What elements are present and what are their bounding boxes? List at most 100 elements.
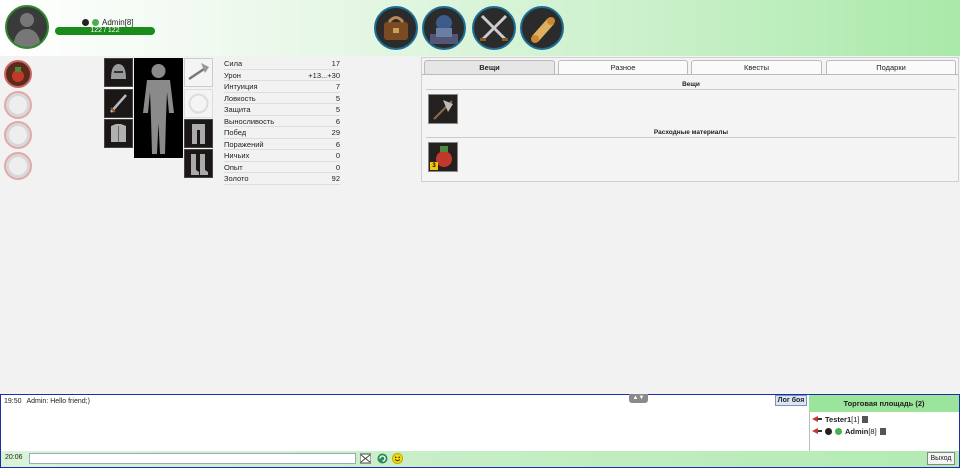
refresh-chat-icon[interactable] bbox=[377, 453, 388, 464]
stat-value: +13...+30 bbox=[308, 70, 340, 80]
quick-slot-3[interactable] bbox=[4, 121, 32, 149]
stat-value: 0 bbox=[335, 151, 340, 160]
inventory-item-axe[interactable] bbox=[428, 94, 458, 124]
stat-row: Сила 17 bbox=[224, 58, 340, 70]
chat-message-text: Admin: Hello friend;) bbox=[26, 398, 90, 405]
tab-items[interactable]: Вещи bbox=[424, 60, 555, 74]
stat-row: Интуиция 7 bbox=[224, 81, 340, 93]
user-info-icon[interactable] bbox=[862, 415, 869, 423]
trade-user-name: Admin bbox=[845, 426, 869, 436]
stat-label: Поражений bbox=[224, 139, 264, 149]
stat-row: Побед 29 bbox=[224, 127, 340, 139]
private-message-icon[interactable] bbox=[812, 428, 822, 434]
character-figure bbox=[134, 58, 183, 158]
stat-row: Урон +13...+30 bbox=[224, 70, 340, 81]
stat-label: Ловкость bbox=[224, 93, 256, 103]
alignment-icon bbox=[825, 427, 832, 435]
ring-slot[interactable] bbox=[184, 89, 213, 118]
tab-misc[interactable]: Разное bbox=[558, 60, 688, 74]
axe-icon bbox=[188, 63, 209, 81]
inventory-item-potion[interactable]: 3 bbox=[428, 142, 458, 172]
stat-value: 7 bbox=[335, 82, 340, 91]
trade-user-tester1[interactable]: Tester1 [1] bbox=[812, 414, 869, 424]
item-count-badge: 3 bbox=[430, 162, 438, 170]
stat-value: 0 bbox=[335, 162, 340, 172]
stat-value: 5 bbox=[335, 93, 340, 103]
boots-slot[interactable] bbox=[184, 149, 213, 178]
stat-row: Ловкость 5 bbox=[224, 93, 340, 104]
avatar-silhouette-icon bbox=[13, 13, 41, 47]
username[interactable]: Admin[8] bbox=[102, 18, 134, 27]
tab-gifts[interactable]: Подарки bbox=[826, 60, 956, 74]
chat-resize-handle[interactable]: ▲▼ bbox=[629, 394, 648, 403]
hp-bar: 122 / 122 bbox=[55, 27, 155, 35]
trade-user-name: Tester1 bbox=[825, 414, 852, 424]
bag-button[interactable] bbox=[374, 6, 418, 50]
user-info-icon[interactable] bbox=[879, 427, 886, 435]
user-line: Admin[8] bbox=[82, 17, 134, 27]
player-avatar[interactable] bbox=[5, 5, 49, 49]
weapon-slot[interactable] bbox=[104, 89, 133, 118]
clan-icon bbox=[835, 427, 842, 435]
crossed-swords-icon bbox=[480, 14, 508, 42]
stats-panel: Сила 17 Урон +13...+30 Интуиция 7 Ловкость 5 Защ… bbox=[224, 58, 340, 185]
clan-icon bbox=[92, 18, 99, 26]
helmet-icon bbox=[111, 64, 126, 79]
axe-slot[interactable] bbox=[184, 58, 213, 87]
stat-row: Ничьих 0 bbox=[224, 150, 340, 162]
chat-input[interactable] bbox=[29, 453, 356, 464]
trade-user-level: [8] bbox=[868, 426, 877, 436]
bag-icon bbox=[384, 16, 408, 40]
sword-icon bbox=[110, 94, 127, 113]
axe-item-icon bbox=[433, 100, 453, 120]
stat-label: Интуиция bbox=[224, 82, 258, 91]
private-message-icon[interactable] bbox=[812, 416, 822, 422]
scroll-icon bbox=[531, 17, 555, 43]
armor-slot[interactable] bbox=[104, 119, 133, 148]
stat-value: 6 bbox=[335, 116, 340, 126]
chest-armor-icon bbox=[111, 124, 126, 142]
current-time: 20:06 bbox=[5, 454, 23, 461]
stat-row: Поражений 6 bbox=[224, 139, 340, 150]
battle-log-button[interactable]: Лог боя bbox=[775, 395, 807, 406]
stat-value: 92 bbox=[331, 174, 340, 183]
stat-label: Опыт bbox=[224, 162, 243, 172]
castle-button[interactable] bbox=[422, 6, 466, 50]
trade-user-admin[interactable]: Admin [8] bbox=[812, 426, 886, 436]
tab-quests[interactable]: Квесты bbox=[691, 60, 822, 74]
trade-area-title: Торговая площадь (2) bbox=[809, 395, 959, 412]
alignment-icon bbox=[82, 18, 89, 26]
stat-value: 6 bbox=[335, 139, 340, 149]
smiley-icon[interactable] bbox=[392, 453, 403, 464]
stat-row: Защита 5 bbox=[224, 104, 340, 116]
quick-slot-4[interactable] bbox=[4, 152, 32, 180]
stat-value: 17 bbox=[331, 59, 340, 68]
stat-value: 5 bbox=[335, 105, 340, 114]
stat-label: Выносливость bbox=[224, 116, 275, 126]
clear-chat-icon[interactable] bbox=[360, 453, 371, 464]
battle-button[interactable] bbox=[472, 6, 516, 50]
knight-icon bbox=[430, 15, 458, 44]
quests-button[interactable] bbox=[520, 6, 564, 50]
stat-label: Защита bbox=[224, 105, 251, 114]
hp-text: 122 / 122 bbox=[90, 27, 120, 34]
leg-armor-slot[interactable] bbox=[184, 119, 213, 148]
quick-slot-1[interactable] bbox=[4, 60, 32, 88]
stat-value: 29 bbox=[331, 128, 340, 137]
stat-label: Золото bbox=[224, 174, 249, 183]
ring-placeholder-icon bbox=[188, 93, 209, 114]
potion-icon bbox=[12, 67, 24, 82]
inventory-panel: Вещи Разное Квесты Подарки Вещи Расходны… bbox=[421, 57, 959, 182]
exit-button[interactable]: Выход bbox=[927, 452, 955, 465]
stat-label: Сила bbox=[224, 59, 243, 68]
stat-label: Побед bbox=[224, 128, 247, 137]
boots-icon bbox=[191, 154, 208, 175]
quick-slot-2[interactable] bbox=[4, 91, 32, 119]
helmet-slot[interactable] bbox=[104, 58, 133, 87]
stat-row: Золото 92 bbox=[224, 173, 340, 185]
trade-user-level: [1] bbox=[851, 414, 860, 424]
body-silhouette-icon bbox=[143, 64, 174, 154]
stat-row: Опыт 0 bbox=[224, 162, 340, 173]
stat-label: Ничьих bbox=[224, 151, 250, 160]
chat-message: 19:50 Admin: Hello friend;) bbox=[4, 398, 90, 405]
